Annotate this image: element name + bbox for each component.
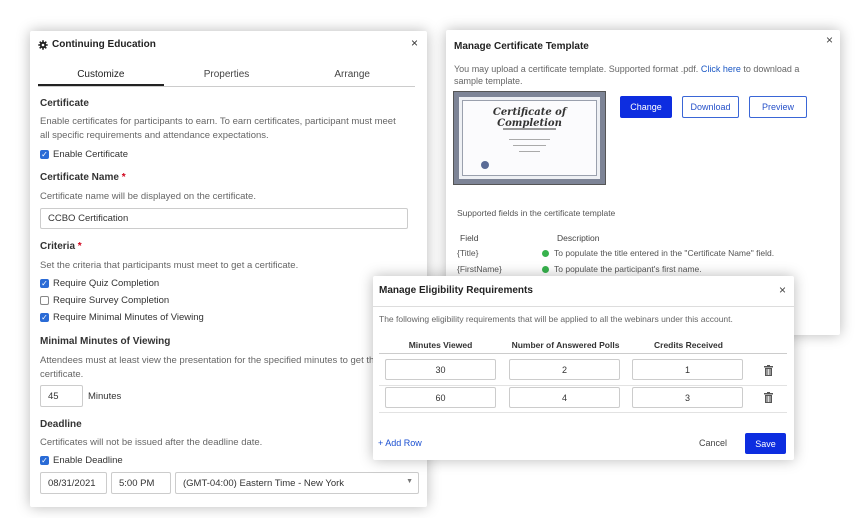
panel-title: Manage Eligibility Requirements (379, 285, 533, 296)
table-header: Minutes Viewed Number of Answered Polls … (379, 336, 787, 354)
survey-label: Require Survey Completion (53, 295, 170, 306)
enable-certificate-row[interactable]: ✓ Enable Certificate (40, 149, 128, 160)
certificate-name-heading-text: Certificate Name (40, 172, 119, 183)
criteria-heading: Criteria * (40, 241, 82, 252)
field-row: {FirstName} To populate the participant'… (457, 264, 702, 274)
seal-icon (481, 161, 489, 169)
min-minutes-heading: Minimal Minutes of Viewing (40, 336, 171, 347)
gear-icon (38, 39, 48, 50)
deadline-date-input[interactable]: 08/31/2021 (40, 472, 107, 494)
minutes-input[interactable]: 30 (385, 359, 496, 380)
minutes-label: Require Minimal Minutes of Viewing (53, 312, 204, 323)
intro-text-after: to download a (743, 64, 800, 74)
certificate-preview-title: Certificate of Completion (492, 107, 567, 129)
download-button[interactable]: Download (682, 96, 739, 118)
minutes-unit-label: Minutes (88, 391, 122, 402)
trash-icon[interactable] (764, 365, 773, 376)
check-status-icon (542, 265, 549, 273)
minutes-input[interactable]: 60 (385, 387, 496, 408)
certificate-heading: Certificate (40, 98, 89, 109)
enable-certificate-label: Enable Certificate (53, 149, 128, 160)
criteria-desc: Set the criteria that participants must … (40, 260, 299, 271)
eligibility-desc: The following eligibility requirements t… (379, 314, 733, 324)
criteria-quiz-row[interactable]: ✓ Require Quiz Completion (40, 278, 159, 289)
timezone-select[interactable]: (GMT-04:00) Eastern Time - New York ▼ (175, 472, 419, 494)
enable-deadline-checkbox[interactable]: ✓ (40, 456, 49, 465)
field-desc: To populate the participant's first name… (554, 264, 702, 274)
intro-text: You may upload a certificate template. S… (454, 64, 699, 74)
enable-deadline-row[interactable]: ✓ Enable Deadline (40, 455, 123, 466)
field-row: {Title} To populate the title entered in… (457, 248, 774, 258)
trash-icon[interactable] (764, 392, 773, 403)
tab-properties[interactable]: Properties (164, 67, 290, 86)
min-minutes-desc-line2: certificate. (40, 369, 84, 380)
close-icon[interactable]: × (826, 33, 833, 47)
manage-eligibility-requirements-panel: Manage Eligibility Requirements × The fo… (373, 276, 794, 460)
credits-input[interactable]: 3 (632, 387, 743, 408)
enable-deadline-label: Enable Deadline (53, 455, 123, 466)
change-button[interactable]: Change (620, 96, 672, 118)
certificate-desc-line1: Enable certificates for participants to … (40, 116, 396, 127)
field-column-header: Field (460, 233, 479, 243)
survey-checkbox[interactable] (40, 296, 49, 305)
timezone-value: (GMT-04:00) Eastern Time - New York (183, 477, 345, 489)
criteria-minutes-row[interactable]: ✓ Require Minimal Minutes of Viewing (40, 312, 204, 323)
continuing-education-panel: Continuing Education × Customize Propert… (30, 31, 427, 507)
minutes-viewed-header: Minutes Viewed (408, 340, 473, 350)
min-minutes-input[interactable]: 45 (40, 385, 83, 407)
quiz-label: Require Quiz Completion (53, 278, 160, 289)
add-row-button[interactable]: + Add Row (378, 438, 422, 448)
tab-arrange[interactable]: Arrange (289, 67, 415, 86)
template-intro: You may upload a certificate template. S… (454, 63, 824, 87)
credits-received-header: Credits Received (654, 340, 723, 350)
panel-title: Continuing Education (52, 39, 156, 50)
download-sample-link[interactable]: Click here (701, 64, 741, 74)
answered-polls-header: Number of Answered Polls (511, 340, 620, 350)
field-name: {FirstName} (457, 264, 502, 274)
deadline-time-input[interactable]: 5:00 PM (111, 472, 171, 494)
criteria-heading-text: Criteria (40, 241, 76, 252)
save-button[interactable]: Save (745, 433, 786, 454)
cancel-button[interactable]: Cancel (699, 438, 727, 448)
polls-input[interactable]: 4 (509, 387, 620, 408)
certificate-name-heading: Certificate Name * (40, 172, 126, 183)
required-mark: * (77, 241, 82, 252)
close-icon[interactable]: × (411, 36, 418, 50)
deadline-heading: Deadline (40, 419, 82, 430)
polls-input[interactable]: 2 (509, 359, 620, 380)
close-icon[interactable]: × (779, 283, 786, 297)
enable-certificate-checkbox[interactable]: ✓ (40, 150, 49, 159)
chevron-down-icon: ▼ (406, 478, 413, 485)
certificate-preview-image: Certificate of Completion (453, 91, 606, 185)
certificate-name-desc: Certificate name will be displayed on th… (40, 191, 256, 202)
minutes-checkbox[interactable]: ✓ (40, 313, 49, 322)
quiz-checkbox[interactable]: ✓ (40, 279, 49, 288)
credits-input[interactable]: 1 (632, 359, 743, 380)
deadline-desc: Certificates will not be issued after th… (40, 437, 263, 448)
tab-customize[interactable]: Customize (38, 67, 164, 86)
min-minutes-desc-line1: Attendees must at least view the present… (40, 355, 375, 366)
certificate-desc-line2: all specific requirements and attendance… (40, 130, 269, 141)
check-status-icon (542, 249, 549, 257)
field-desc: To populate the title entered in the "Ce… (554, 248, 775, 258)
required-mark: * (121, 172, 126, 183)
intro-line2: sample template. (454, 76, 523, 86)
tab-bar: Customize Properties Arrange (38, 67, 415, 87)
certificate-name-input[interactable]: CCBO Certification (40, 208, 408, 229)
description-column-header: Description (557, 233, 600, 243)
supported-fields-label: Supported fields in the certificate temp… (457, 208, 616, 218)
panel-header: Continuing Education (38, 39, 156, 50)
panel-title: Manage Certificate Template (454, 41, 589, 52)
preview-button[interactable]: Preview (749, 96, 807, 118)
field-name: {Title} (457, 248, 479, 258)
criteria-survey-row[interactable]: Require Survey Completion (40, 295, 169, 306)
